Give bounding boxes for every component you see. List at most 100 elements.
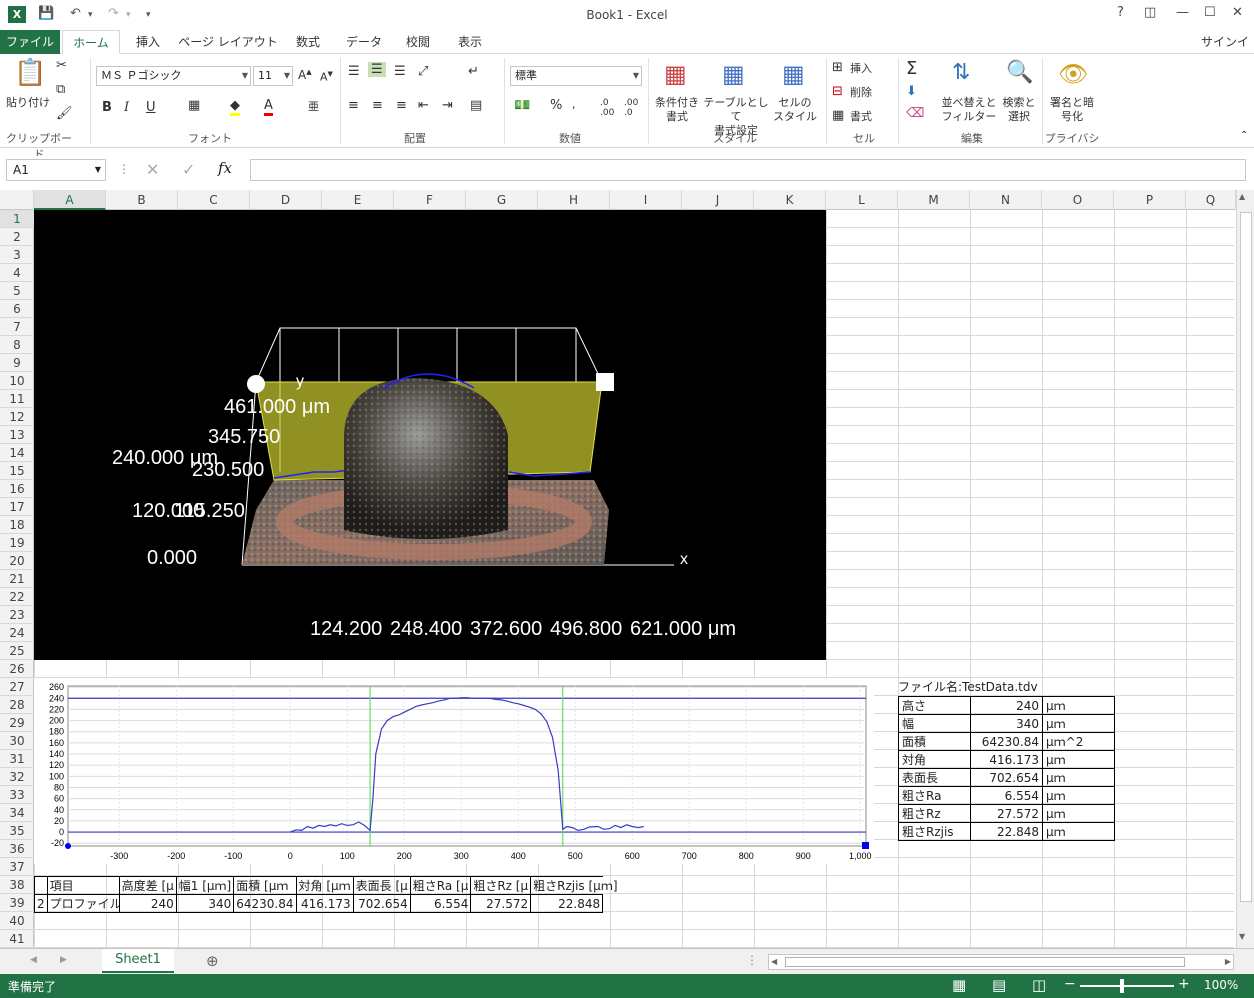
- scroll-left-icon[interactable]: ◀: [771, 957, 777, 966]
- italic-icon[interactable]: I: [124, 100, 129, 115]
- row-header[interactable]: 2: [0, 228, 34, 246]
- surface-3d-image[interactable]: y x 240.000 μm 120.000 0.000 461.000 μm …: [34, 210, 826, 660]
- grow-font-icon[interactable]: A▲: [298, 68, 312, 82]
- row-header[interactable]: 35: [0, 822, 34, 840]
- conditional-format-icon[interactable]: ▦: [664, 60, 687, 88]
- cell-styles-icon[interactable]: ▦: [782, 60, 805, 88]
- column-header[interactable]: I: [610, 190, 682, 210]
- row-header[interactable]: 24: [0, 624, 34, 642]
- copy-icon[interactable]: ⧉: [56, 82, 65, 97]
- collapse-ribbon-icon[interactable]: ⌃: [1240, 130, 1248, 141]
- number-format-combo[interactable]: 標準 ▼: [510, 66, 642, 86]
- shrink-font-icon[interactable]: A▼: [320, 70, 333, 84]
- row-header[interactable]: 16: [0, 480, 34, 498]
- row-header[interactable]: 29: [0, 714, 34, 732]
- font-color-icon[interactable]: A: [264, 98, 273, 116]
- delete-cells-icon[interactable]: ⊟: [832, 84, 843, 99]
- column-header[interactable]: L: [826, 190, 898, 210]
- sign-encrypt-icon[interactable]: 👁: [1058, 60, 1088, 88]
- row-header[interactable]: 37: [0, 858, 34, 876]
- vertical-scrollbar[interactable]: ▲ ▼: [1236, 190, 1254, 948]
- column-header[interactable]: J: [682, 190, 754, 210]
- select-all-button[interactable]: [0, 190, 34, 210]
- font-size-combo[interactable]: 11 ▼: [253, 66, 293, 86]
- row-header[interactable]: 18: [0, 516, 34, 534]
- align-left-icon[interactable]: ≡: [348, 98, 359, 113]
- sort-filter-icon[interactable]: ⇅: [952, 60, 970, 85]
- column-header[interactable]: D: [250, 190, 322, 210]
- border-icon[interactable]: ▦: [188, 98, 200, 113]
- profile-chart[interactable]: 260 240 220 200 180 160 140 120 100 80 60 40 20 0 -20-…: [34, 678, 874, 864]
- column-header[interactable]: E: [322, 190, 394, 210]
- align-center-icon[interactable]: ≡: [372, 98, 383, 113]
- autosum-icon[interactable]: Σ: [906, 58, 917, 79]
- delete-cells-button[interactable]: 削除: [850, 86, 872, 100]
- formula-input[interactable]: [250, 159, 1246, 181]
- scroll-right-icon[interactable]: ▶: [1225, 957, 1231, 966]
- font-name-combo[interactable]: ＭＳ Ｐゴシック ▼: [96, 66, 251, 86]
- row-header[interactable]: 19: [0, 534, 34, 552]
- row-header[interactable]: 6: [0, 300, 34, 318]
- fill-icon[interactable]: ⬇: [906, 84, 917, 99]
- row-header[interactable]: 27: [0, 678, 34, 696]
- ribbon-display-icon[interactable]: ◫: [1144, 5, 1156, 20]
- maximize-button[interactable]: ☐: [1204, 5, 1216, 20]
- row-header[interactable]: 3: [0, 246, 34, 264]
- row-header[interactable]: 17: [0, 498, 34, 516]
- decrease-indent-icon[interactable]: ⇤: [418, 98, 429, 113]
- plane-handle-left[interactable]: [247, 375, 265, 393]
- phonetic-icon[interactable]: 亜: [308, 98, 319, 114]
- column-header[interactable]: Q: [1186, 190, 1236, 210]
- row-header[interactable]: 38: [0, 876, 34, 894]
- hscroll-thumb[interactable]: [785, 957, 1185, 967]
- row-header[interactable]: 13: [0, 426, 34, 444]
- zoom-slider[interactable]: [1080, 985, 1174, 987]
- cut-icon[interactable]: ✂: [56, 58, 67, 73]
- tab-insert[interactable]: 挿入: [124, 30, 172, 54]
- find-select-button[interactable]: 検索と 選択: [998, 96, 1040, 124]
- row-header[interactable]: 11: [0, 390, 34, 408]
- wrap-text-icon[interactable]: ↵: [468, 64, 479, 79]
- tab-page-layout[interactable]: ページ レイアウト: [178, 30, 278, 54]
- normal-view-icon[interactable]: ▦: [952, 976, 966, 994]
- row-header[interactable]: 40: [0, 912, 34, 930]
- zoom-slider-thumb[interactable]: [1120, 979, 1124, 993]
- sign-encrypt-button[interactable]: 署名と暗 号化: [1046, 96, 1098, 124]
- row-header[interactable]: 28: [0, 696, 34, 714]
- clear-icon[interactable]: ⌫: [906, 106, 924, 121]
- sheet-tab-sheet1[interactable]: Sheet1: [102, 949, 174, 973]
- underline-icon[interactable]: U: [146, 100, 156, 115]
- fill-color-icon[interactable]: ◆: [230, 98, 240, 116]
- cell-styles-button[interactable]: セルの スタイル: [770, 96, 820, 124]
- column-header[interactable]: H: [538, 190, 610, 210]
- row-header[interactable]: 31: [0, 750, 34, 768]
- comma-style-icon[interactable]: ,: [572, 98, 576, 111]
- horizontal-scrollbar[interactable]: ◀ ▶: [768, 954, 1234, 970]
- paste-button[interactable]: 貼り付け: [4, 96, 52, 110]
- column-header[interactable]: F: [394, 190, 466, 210]
- row-header[interactable]: 7: [0, 318, 34, 336]
- align-top-icon[interactable]: ☰: [348, 64, 360, 79]
- insert-function-icon[interactable]: fx: [218, 159, 232, 177]
- zoom-out-icon[interactable]: −: [1064, 976, 1076, 992]
- row-header[interactable]: 8: [0, 336, 34, 354]
- conditional-format-button[interactable]: 条件付き 書式: [652, 96, 702, 124]
- tab-file[interactable]: ファイル: [0, 30, 60, 54]
- scroll-up-icon[interactable]: ▲: [1239, 192, 1245, 201]
- row-header[interactable]: 20: [0, 552, 34, 570]
- merge-center-icon[interactable]: ▤: [470, 98, 482, 113]
- tab-formulas[interactable]: 数式: [284, 30, 332, 54]
- row-header[interactable]: 30: [0, 732, 34, 750]
- row-header[interactable]: 32: [0, 768, 34, 786]
- row-header[interactable]: 10: [0, 372, 34, 390]
- align-right-icon[interactable]: ≡: [396, 98, 407, 113]
- close-button[interactable]: ✕: [1232, 5, 1243, 20]
- column-header[interactable]: G: [466, 190, 538, 210]
- row-header[interactable]: 23: [0, 606, 34, 624]
- column-header[interactable]: O: [1042, 190, 1114, 210]
- row-header[interactable]: 39: [0, 894, 34, 912]
- column-header[interactable]: M: [898, 190, 970, 210]
- prev-sheet-icon[interactable]: ◀: [30, 955, 37, 965]
- tab-view[interactable]: 表示: [446, 30, 494, 54]
- tab-data[interactable]: データ: [338, 30, 390, 54]
